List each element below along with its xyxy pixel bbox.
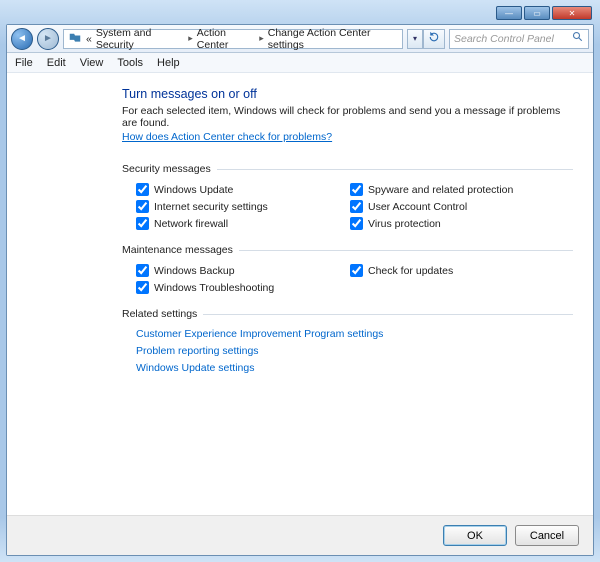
checkbox-windows-update[interactable]: Windows Update (136, 183, 336, 196)
arrow-right-icon: ► (43, 33, 53, 44)
checkbox-input[interactable] (350, 183, 363, 196)
breadcrumb-item[interactable]: Change Action Center settings (268, 27, 398, 51)
breadcrumb-item[interactable]: Action Center (197, 27, 255, 51)
section-heading-label: Related settings (122, 308, 197, 320)
section-heading-maintenance: Maintenance messages (122, 244, 573, 256)
content-area: Turn messages on or off For each selecte… (7, 73, 593, 515)
checkbox-input[interactable] (350, 200, 363, 213)
checkbox-input[interactable] (136, 264, 149, 277)
checkbox-input[interactable] (136, 281, 149, 294)
checkbox-label: Virus protection (368, 218, 441, 230)
maintenance-checkboxes: Windows Backup Check for updates Windows… (122, 264, 573, 294)
checkbox-troubleshooting[interactable]: Windows Troubleshooting (136, 281, 336, 294)
divider (239, 250, 573, 251)
search-placeholder: Search Control Panel (454, 33, 554, 45)
checkbox-label: Windows Backup (154, 265, 235, 277)
checkbox-windows-backup[interactable]: Windows Backup (136, 264, 336, 277)
arrow-left-icon: ◄ (17, 33, 27, 44)
related-links: Customer Experience Improvement Program … (122, 328, 573, 374)
page-title: Turn messages on or off (122, 87, 573, 101)
link-ceip[interactable]: Customer Experience Improvement Program … (136, 328, 573, 340)
menu-tools[interactable]: Tools (117, 57, 143, 69)
checkbox-label: Windows Troubleshooting (154, 282, 274, 294)
checkbox-label: User Account Control (368, 201, 467, 213)
chevron-right-icon: ▸ (259, 33, 264, 44)
checkbox-internet-security[interactable]: Internet security settings (136, 200, 336, 213)
checkbox-label: Windows Update (154, 184, 233, 196)
checkbox-input[interactable] (136, 200, 149, 213)
forward-button[interactable]: ► (37, 28, 59, 50)
search-icon (572, 31, 584, 46)
divider (203, 314, 573, 315)
checkbox-uac[interactable]: User Account Control (350, 200, 550, 213)
link-windows-update[interactable]: Windows Update settings (136, 362, 573, 374)
menu-view[interactable]: View (80, 57, 104, 69)
nav-row: ◄ ► « System and Security ▸ Action Cente… (7, 25, 593, 53)
link-problem-reporting[interactable]: Problem reporting settings (136, 345, 573, 357)
maximize-button[interactable]: ▭ (524, 6, 550, 20)
page-intro: For each selected item, Windows will che… (122, 105, 573, 129)
chevron-right-icon: ▸ (188, 33, 193, 44)
checkbox-label: Check for updates (368, 265, 453, 277)
window: ◄ ► « System and Security ▸ Action Cente… (6, 24, 594, 556)
help-link[interactable]: How does Action Center check for problem… (122, 131, 332, 143)
checkbox-label: Network firewall (154, 218, 228, 230)
checkbox-label: Spyware and related protection (368, 184, 513, 196)
checkbox-input[interactable] (350, 264, 363, 277)
menu-help[interactable]: Help (157, 57, 180, 69)
ok-button[interactable]: OK (443, 525, 507, 546)
refresh-icon (428, 31, 440, 46)
checkbox-input[interactable] (136, 217, 149, 230)
divider (217, 169, 573, 170)
section-heading-related: Related settings (122, 308, 573, 320)
checkbox-spyware-protection[interactable]: Spyware and related protection (350, 183, 550, 196)
aero-frame: — ▭ ✕ ◄ ► « System and Security ▸ Action… (0, 0, 600, 562)
breadcrumb-prefix: « (86, 33, 92, 45)
section-heading-label: Security messages (122, 163, 211, 175)
chevron-down-icon: ▾ (413, 34, 417, 43)
checkbox-label: Internet security settings (154, 201, 268, 213)
checkbox-input[interactable] (350, 217, 363, 230)
button-bar: OK Cancel (7, 515, 593, 555)
checkbox-virus-protection[interactable]: Virus protection (350, 217, 550, 230)
location-controls: ▾ (407, 29, 445, 49)
cancel-button[interactable]: Cancel (515, 525, 579, 546)
menu-edit[interactable]: Edit (47, 57, 66, 69)
refresh-button[interactable] (423, 29, 445, 49)
checkbox-network-firewall[interactable]: Network firewall (136, 217, 336, 230)
section-heading-label: Maintenance messages (122, 244, 233, 256)
minimize-button[interactable]: — (496, 6, 522, 20)
menu-bar: File Edit View Tools Help (7, 53, 593, 73)
back-button[interactable]: ◄ (11, 28, 33, 50)
breadcrumb-item[interactable]: System and Security (96, 27, 184, 51)
titlebar: — ▭ ✕ (6, 6, 594, 24)
security-checkboxes: Windows Update Spyware and related prote… (122, 183, 573, 230)
checkbox-check-updates[interactable]: Check for updates (350, 264, 550, 277)
search-input[interactable]: Search Control Panel (449, 29, 589, 49)
close-button[interactable]: ✕ (552, 6, 592, 20)
menu-file[interactable]: File (15, 57, 33, 69)
section-heading-security: Security messages (122, 163, 573, 175)
breadcrumb[interactable]: « System and Security ▸ Action Center ▸ … (63, 29, 403, 49)
location-dropdown-button[interactable]: ▾ (407, 29, 423, 49)
flag-icon (68, 32, 82, 46)
checkbox-input[interactable] (136, 183, 149, 196)
